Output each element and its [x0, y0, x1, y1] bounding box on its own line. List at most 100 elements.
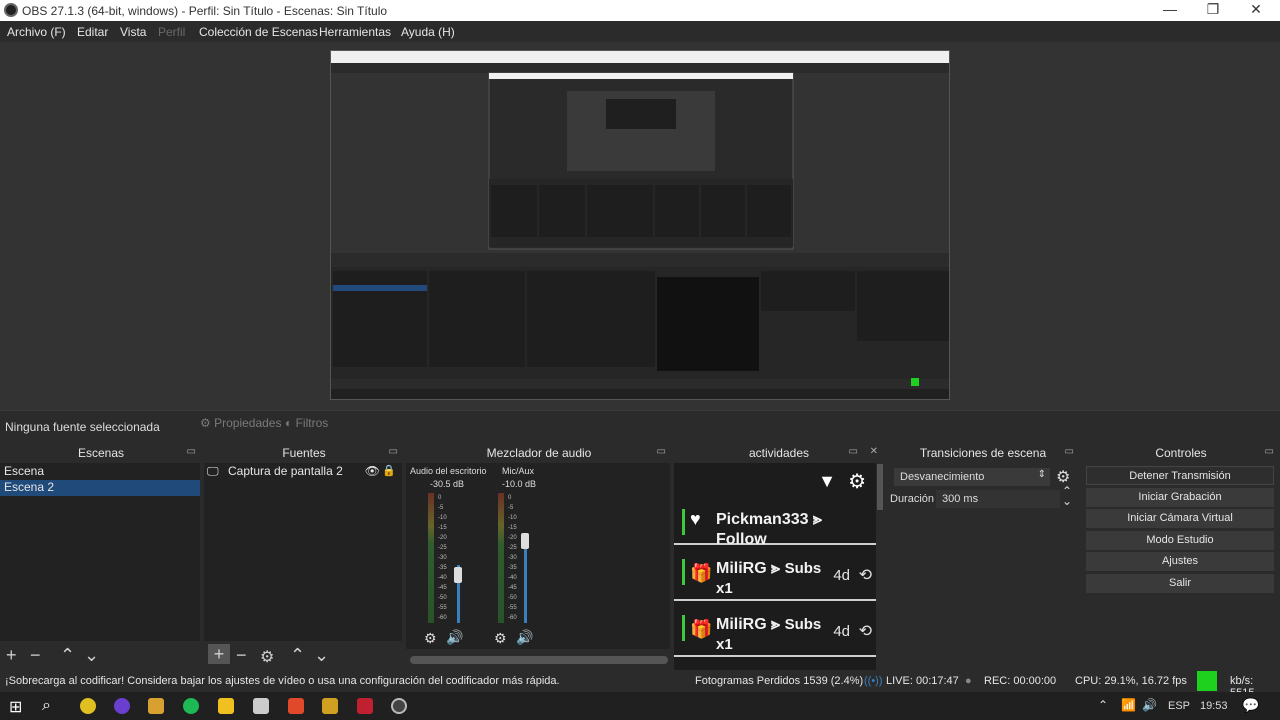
gear-icon[interactable]: ⚙: [848, 469, 866, 494]
menu-file[interactable]: Archivo (F): [7, 25, 66, 39]
controls-title: Controles: [1155, 446, 1207, 460]
brave-icon[interactable]: [288, 698, 304, 714]
tray-chevron-icon[interactable]: ⌃: [1098, 698, 1108, 712]
gear-icon[interactable]: ⚙: [494, 630, 507, 647]
replay-icon[interactable]: ⟲: [859, 565, 872, 585]
language-indicator[interactable]: ESP: [1168, 700, 1190, 712]
spotify-icon[interactable]: [183, 698, 199, 714]
gear-icon[interactable]: ⚙: [424, 630, 437, 647]
scenes-title: Escenas: [77, 446, 125, 460]
speaker-icon[interactable]: 🔊: [446, 629, 463, 646]
activity-item[interactable]: 🎁 MiliRG ⪢ Subs x1 4d ⟲: [674, 547, 876, 601]
app-icon[interactable]: [357, 698, 373, 714]
exit-button[interactable]: Salir: [1086, 574, 1274, 593]
activity-user: Pickman333: [716, 511, 809, 528]
dock-float-icon[interactable]: ▭: [849, 446, 858, 457]
network-icon[interactable]: 📶: [1121, 698, 1136, 712]
activity-indicator: [682, 615, 685, 641]
rec-icon: ●: [965, 675, 972, 687]
move-down-icon[interactable]: ⌄: [84, 645, 99, 666]
lock-icon[interactable]: 🔒: [382, 464, 396, 477]
menu-scene-collection[interactable]: Colección de Escenas: [199, 25, 318, 39]
stream-health-indicator: [1197, 671, 1217, 691]
file-explorer-icon[interactable]: [148, 698, 164, 714]
close-icon[interactable]: ✕: [870, 446, 878, 457]
dock-float-icon[interactable]: ▭: [187, 446, 196, 457]
eye-icon[interactable]: 👁: [365, 464, 380, 478]
scene-item[interactable]: Escena: [0, 464, 200, 480]
activity-qty: x1: [716, 636, 733, 653]
move-down-icon[interactable]: ⌄: [314, 645, 329, 666]
volume-icon[interactable]: 🔊: [1142, 698, 1157, 712]
add-icon[interactable]: +: [6, 645, 17, 666]
activity-item[interactable]: 🎁 MiliRG ⪢ Subs x1 4d ⟲: [674, 603, 876, 657]
activity-scrollbar[interactable]: [877, 464, 883, 510]
speaker-icon[interactable]: 🔊: [516, 629, 533, 646]
filter-icon[interactable]: ▼: [818, 471, 836, 492]
activity-user: MiliRG: [716, 560, 767, 577]
mixer-scrollbar[interactable]: [410, 656, 668, 664]
filters-button[interactable]: ◐ Filtros: [285, 416, 328, 436]
menu-profile[interactable]: Perfil: [158, 25, 185, 39]
scenes-list[interactable]: Escena Escena 2: [0, 463, 200, 641]
remove-icon[interactable]: −: [236, 645, 247, 666]
duration-value: 300 ms: [942, 493, 979, 505]
duration-input[interactable]: 300 ms: [936, 490, 1060, 508]
dock-float-icon[interactable]: ▭: [389, 446, 398, 457]
remove-icon[interactable]: −: [30, 645, 41, 666]
menu-view[interactable]: Vista: [120, 25, 146, 39]
clock[interactable]: 19:53: [1200, 700, 1228, 712]
menu-edit[interactable]: Editar: [77, 25, 108, 39]
settings-button[interactable]: Ajustes: [1086, 552, 1274, 571]
activity-text: MiliRG ⪢ Subs x1: [716, 616, 822, 653]
start-virtual-camera-button[interactable]: Iniciar Cámara Virtual: [1086, 509, 1274, 528]
sources-list[interactable]: 🖵 Captura de pantalla 2 👁 🔒: [204, 463, 402, 641]
activity-item[interactable]: ♥ Pickman333 ⪢ Follow: [674, 499, 876, 548]
menu-help[interactable]: Ayuda (H): [401, 25, 455, 39]
activity-indicator: [682, 559, 685, 585]
filters-label: Filtros: [295, 416, 329, 430]
scene-item-selected[interactable]: Escena 2: [0, 480, 200, 496]
properties-button[interactable]: ⚙ Propiedades: [200, 416, 281, 436]
chrome-icon[interactable]: [80, 698, 96, 714]
sticky-notes-icon[interactable]: [218, 698, 234, 714]
menu-tools[interactable]: Herramientas: [319, 25, 391, 39]
add-icon[interactable]: +: [208, 644, 230, 664]
dock-float-icon[interactable]: ▭: [657, 446, 666, 457]
dock-float-icon[interactable]: ▭: [1265, 446, 1274, 457]
dock-float-icon[interactable]: ▭: [1065, 446, 1074, 457]
channel-name: Audio del escritorio: [410, 466, 487, 476]
duration-stepper[interactable]: ⌃ ⌄: [1062, 485, 1072, 507]
minimize-button[interactable]: —: [1150, 1, 1190, 19]
mixer-header: Mezclador de audio ▭: [406, 442, 672, 462]
search-icon[interactable]: ⌕: [42, 697, 51, 715]
app-icon[interactable]: [253, 698, 269, 714]
source-label: Captura de pantalla 2: [228, 464, 343, 478]
mixer-area: Audio del escritorio -30.5 dB 0 -5 -10 -15-…: [406, 463, 670, 649]
transition-select[interactable]: Desvanecimiento ⇕: [894, 468, 1050, 486]
cortana-icon[interactable]: [114, 698, 130, 714]
source-item[interactable]: 🖵 Captura de pantalla 2 👁 🔒: [204, 464, 402, 480]
spin-arrows-icon: ⇕: [1037, 469, 1046, 480]
replay-icon[interactable]: ⟲: [859, 621, 872, 641]
windows-start-icon[interactable]: ⊞: [9, 697, 22, 717]
transitions-title: Transiciones de escena: [919, 446, 1047, 460]
menu-bar: Archivo (F) Editar Vista Perfil Colecció…: [0, 21, 1280, 42]
stop-stream-button[interactable]: Detener Transmisión: [1086, 466, 1274, 485]
volume-fader[interactable]: [454, 567, 462, 583]
move-up-icon[interactable]: ⌃: [60, 645, 75, 666]
gear-icon[interactable]: ⚙: [260, 647, 274, 667]
volume-fader[interactable]: [521, 533, 529, 549]
notifications-icon[interactable]: 💬: [1242, 697, 1259, 714]
obs-icon[interactable]: [391, 698, 407, 714]
obs-logo-icon: [4, 3, 18, 17]
move-up-icon[interactable]: ⌃: [290, 645, 305, 666]
activity-text: Pickman333 ⪢ Follow: [716, 511, 822, 548]
studio-mode-button[interactable]: Modo Estudio: [1086, 531, 1274, 550]
start-recording-button[interactable]: Iniciar Grabación: [1086, 488, 1274, 507]
monitor-icon: 🖵: [207, 464, 219, 478]
maximize-button[interactable]: ❐: [1193, 1, 1233, 19]
close-button[interactable]: ✕: [1236, 1, 1276, 19]
gift-icon: 🎁: [690, 563, 713, 583]
app-icon[interactable]: [322, 698, 338, 714]
